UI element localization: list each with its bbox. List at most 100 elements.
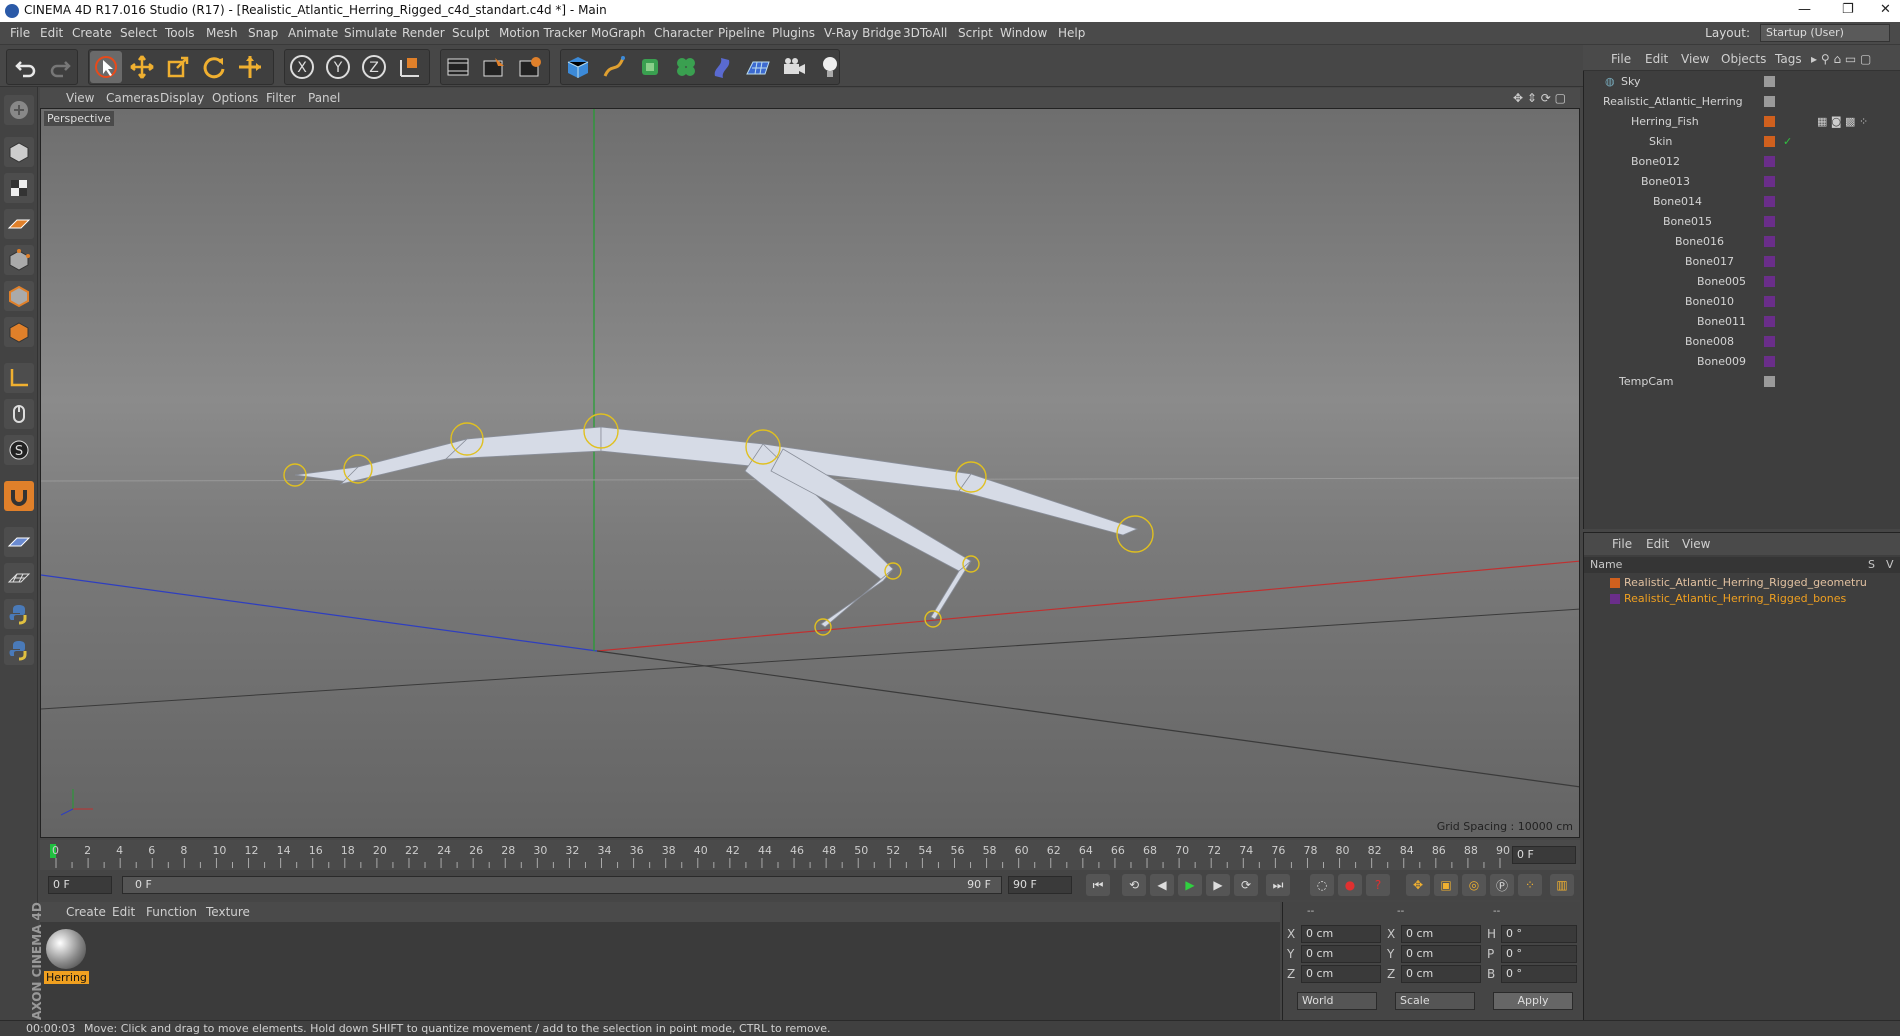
object-row[interactable]: Bone005 <box>1583 272 1900 292</box>
menu-pipeline[interactable]: Pipeline <box>718 26 765 40</box>
keyframe-selection-icon[interactable]: ? <box>1366 874 1390 896</box>
layer-menu-view[interactable]: View <box>1682 537 1710 551</box>
rotation-b-field[interactable]: 0 ° <box>1501 965 1577 983</box>
goto-end-icon[interactable]: ⏭ <box>1266 874 1290 896</box>
menu-script[interactable]: Script <box>958 26 993 40</box>
next-frame-icon[interactable]: ▶ <box>1206 874 1230 896</box>
obj-menu-tags[interactable]: Tags <box>1775 52 1802 66</box>
mat-menu-create[interactable]: Create <box>66 905 106 919</box>
menu-mograph[interactable]: MoGraph <box>591 26 646 40</box>
object-row[interactable]: Sky ◍ <box>1583 72 1900 92</box>
workplane-icon[interactable] <box>4 527 34 557</box>
object-row[interactable]: Bone008 <box>1583 332 1900 352</box>
prev-key-icon[interactable]: ⟲ <box>1122 874 1146 896</box>
magnet-icon[interactable] <box>4 481 34 511</box>
goto-start-icon[interactable]: ⏮ <box>1086 874 1110 896</box>
timeline-ruler[interactable]: 0 2 4 6 8 10 12 14 16 18 20 22 24 26 28 30 32 34 36 38 40 42 4… <box>40 840 1580 870</box>
workplane-mode-icon[interactable] <box>4 209 34 239</box>
mat-menu-texture[interactable]: Texture <box>206 905 250 919</box>
parameter-key-icon[interactable]: Ⓟ <box>1490 874 1514 896</box>
menu-edit[interactable]: Edit <box>40 26 63 40</box>
menu-help[interactable]: Help <box>1058 26 1085 40</box>
make-editable-icon[interactable] <box>4 95 34 125</box>
subdivision-icon[interactable] <box>634 51 666 83</box>
tweak-mode-icon[interactable] <box>4 399 34 429</box>
size-y-field[interactable]: 0 cm <box>1401 945 1481 963</box>
size-x-field[interactable]: 0 cm <box>1401 925 1481 943</box>
menu-sculpt[interactable]: Sculpt <box>452 26 489 40</box>
render-view-icon[interactable] <box>442 51 474 83</box>
frame-range-slider[interactable]: 0 F 90 F <box>122 876 1002 894</box>
perspective-viewport[interactable]: Perspective Grid Spacing : 10000 cm <box>40 108 1580 838</box>
object-tags-icon[interactable]: ▦ ◙ ▩ ⁘ <box>1817 115 1868 128</box>
menu-file[interactable]: File <box>10 26 30 40</box>
mat-menu-edit[interactable]: Edit <box>112 905 135 919</box>
viewport-nav-icons[interactable]: ✥ ⇕ ⟳ ▢ <box>1513 91 1566 105</box>
move-axis-icon[interactable] <box>234 51 266 83</box>
edges-mode-icon[interactable] <box>4 281 34 311</box>
points-mode-icon[interactable] <box>4 245 34 275</box>
object-row[interactable]: Realistic_Atlantic_Herring <box>1583 92 1900 112</box>
y-axis-icon[interactable]: Y <box>322 51 354 83</box>
menu-plugins[interactable]: Plugins <box>772 26 815 40</box>
floor-icon[interactable] <box>742 51 774 83</box>
scale-icon[interactable] <box>162 51 194 83</box>
obj-menu-edit[interactable]: Edit <box>1645 52 1668 66</box>
live-selection-icon[interactable] <box>90 51 122 83</box>
object-row[interactable]: Herring_Fish ▦ ◙ ▩ ⁘ <box>1583 112 1900 132</box>
texture-mode-icon[interactable] <box>4 173 34 203</box>
start-frame-field[interactable]: 0 F <box>48 876 112 894</box>
cube-icon[interactable] <box>562 51 594 83</box>
menu-animate[interactable]: Animate <box>288 26 338 40</box>
menu-select[interactable]: Select <box>120 26 157 40</box>
scale-key-icon[interactable]: ▣ <box>1434 874 1458 896</box>
python-script-icon[interactable] <box>4 635 34 665</box>
layer-row[interactable]: Realistic_Atlantic_Herring_Rigged_geomet… <box>1584 575 1900 591</box>
python-icon[interactable] <box>4 599 34 629</box>
size-z-field[interactable]: 0 cm <box>1401 965 1481 983</box>
menu-render[interactable]: Render <box>402 26 445 40</box>
edit-render-settings-icon[interactable] <box>514 51 546 83</box>
layer-menu-edit[interactable]: Edit <box>1646 537 1669 551</box>
menu-motion-tracker[interactable]: Motion Tracker <box>499 26 587 40</box>
light-icon[interactable] <box>814 51 846 83</box>
coord-mode-select[interactable]: World <box>1297 992 1377 1010</box>
rotate-icon[interactable] <box>198 51 230 83</box>
menu-simulate[interactable]: Simulate <box>344 26 397 40</box>
mat-menu-function[interactable]: Function <box>146 905 197 919</box>
viewport-menu-options[interactable]: Options <box>212 91 258 105</box>
menu-snap[interactable]: Snap <box>248 26 278 40</box>
autokey-icon[interactable]: ● <box>1338 874 1362 896</box>
object-row[interactable]: TempCam <box>1583 372 1900 392</box>
layout-select[interactable]: Startup (User) <box>1760 24 1890 42</box>
object-row[interactable]: Skin ✓ <box>1583 132 1900 152</box>
obj-menu-file[interactable]: File <box>1611 52 1631 66</box>
render-picture-viewer-icon[interactable] <box>478 51 510 83</box>
x-axis-icon[interactable]: X <box>286 51 318 83</box>
object-row[interactable]: Bone015 <box>1583 212 1900 232</box>
object-row[interactable]: Bone012 <box>1583 152 1900 172</box>
menu-mesh[interactable]: Mesh <box>206 26 238 40</box>
obj-menu-objects[interactable]: Objects <box>1721 52 1766 66</box>
material-thumbnail[interactable] <box>46 929 86 969</box>
position-y-field[interactable]: 0 cm <box>1301 945 1381 963</box>
snap-icon[interactable]: S <box>4 435 34 465</box>
check-icon[interactable]: ✓ <box>1783 135 1792 148</box>
apply-button[interactable]: Apply <box>1493 992 1573 1010</box>
current-frame-field[interactable]: 0 F <box>1512 846 1576 864</box>
cloner-icon[interactable] <box>670 51 702 83</box>
rotation-p-field[interactable]: 0 ° <box>1501 945 1577 963</box>
menu-window[interactable]: Window <box>1000 26 1047 40</box>
model-mode-icon[interactable] <box>4 137 34 167</box>
minimize-button[interactable]: — <box>1798 2 1811 17</box>
viewport-menu-view[interactable]: View <box>66 91 94 105</box>
position-z-field[interactable]: 0 cm <box>1301 965 1381 983</box>
rotation-h-field[interactable]: 0 ° <box>1501 925 1577 943</box>
menu-vray-bridge[interactable]: V-Ray Bridge <box>824 26 901 40</box>
position-x-field[interactable]: 0 cm <box>1301 925 1381 943</box>
object-row[interactable]: Bone014 <box>1583 192 1900 212</box>
object-row[interactable]: Bone010 <box>1583 292 1900 312</box>
object-row[interactable]: Bone017 <box>1583 252 1900 272</box>
prev-frame-icon[interactable]: ◀ <box>1150 874 1174 896</box>
viewport-menu-panel[interactable]: Panel <box>308 91 340 105</box>
